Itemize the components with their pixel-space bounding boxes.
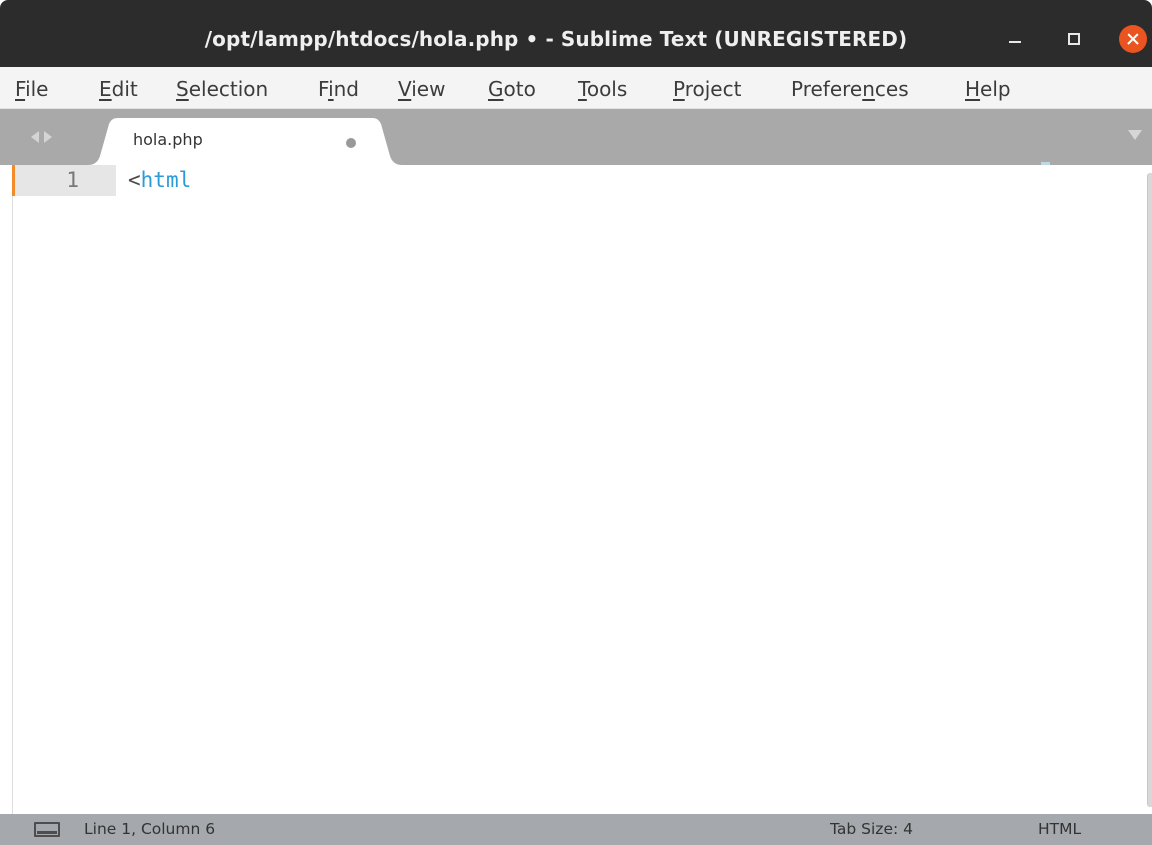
menu-tools-label: ools (586, 77, 628, 101)
menu-file-mnemonic: F (15, 77, 26, 101)
menu-selection-mnemonic: S (176, 77, 189, 101)
tab-size-selector[interactable]: Tab Size: 4 (830, 814, 913, 845)
cursor-position: Line 1, Column 6 (84, 820, 216, 838)
menu-view[interactable]: View (398, 67, 445, 109)
unsaved-dot-icon[interactable] (346, 138, 356, 148)
sublime-text-window: /opt/lampp/htdocs/hola.php • - Sublime T… (0, 0, 1152, 845)
menu-file[interactable]: File (15, 67, 48, 109)
editor-area[interactable] (0, 165, 1152, 814)
menu-project-label: roject (684, 77, 742, 101)
menu-goto-label: oto (503, 77, 536, 101)
panel-toggle-icon[interactable] (34, 822, 60, 837)
menu-edit-label: dit (111, 77, 138, 101)
menu-preferences-label: ces (874, 77, 909, 101)
menu-preferences-mnemonic: n (862, 77, 875, 101)
menu-help-mnemonic: H (965, 77, 981, 101)
menu-find-label: nd (333, 77, 359, 101)
minimap-indicator[interactable] (1041, 162, 1050, 165)
menu-view-label: iew (411, 77, 446, 101)
menu-project-mnemonic: P (673, 77, 685, 101)
code-punctuation: < (128, 168, 141, 192)
menu-help[interactable]: Help (965, 67, 1011, 109)
menu-edit[interactable]: Edit (99, 67, 138, 109)
menu-selection[interactable]: Selection (176, 67, 268, 109)
menu-goto[interactable]: Goto (488, 67, 536, 109)
menu-selection-label: election (188, 77, 269, 101)
vertical-scrollbar[interactable] (1147, 173, 1152, 807)
tab-label[interactable]: hola.php (133, 128, 203, 152)
menu-tools-mnemonic: T (578, 77, 587, 101)
menu-tools[interactable]: Tools (578, 67, 627, 109)
editor-left-border (0, 165, 13, 814)
minimize-icon[interactable] (1002, 26, 1028, 52)
maximize-icon[interactable] (1061, 26, 1087, 52)
arrow-right-icon[interactable] (44, 131, 52, 143)
tab-list-dropdown-icon[interactable] (1128, 130, 1142, 140)
menu-view-mnemonic: V (398, 77, 412, 101)
menu-bar: File Edit Selection Find View Goto Tools… (0, 67, 1152, 109)
menu-goto-mnemonic: G (488, 77, 504, 101)
line-number: 1 (66, 168, 79, 192)
menu-find-label-pre: F (318, 77, 329, 101)
title-bar[interactable]: /opt/lampp/htdocs/hola.php • - Sublime T… (0, 0, 1152, 67)
menu-project[interactable]: Project (673, 67, 741, 109)
menu-find[interactable]: Find (318, 67, 359, 109)
menu-preferences[interactable]: Preferences (791, 67, 909, 109)
menu-file-label: ile (25, 77, 49, 101)
menu-help-label: elp (980, 77, 1011, 101)
close-icon[interactable] (1119, 25, 1147, 53)
window-title: /opt/lampp/htdocs/hola.php • - Sublime T… (204, 27, 908, 51)
menu-preferences-label-pre: Prefere (791, 77, 863, 101)
code-tag-name: html (140, 168, 192, 192)
syntax-selector[interactable]: HTML (1038, 814, 1081, 845)
code-line[interactable]: <html (128, 165, 191, 196)
arrow-left-icon[interactable] (31, 131, 39, 143)
tab-nav-arrows[interactable] (31, 131, 71, 145)
menu-edit-mnemonic: E (99, 77, 112, 101)
